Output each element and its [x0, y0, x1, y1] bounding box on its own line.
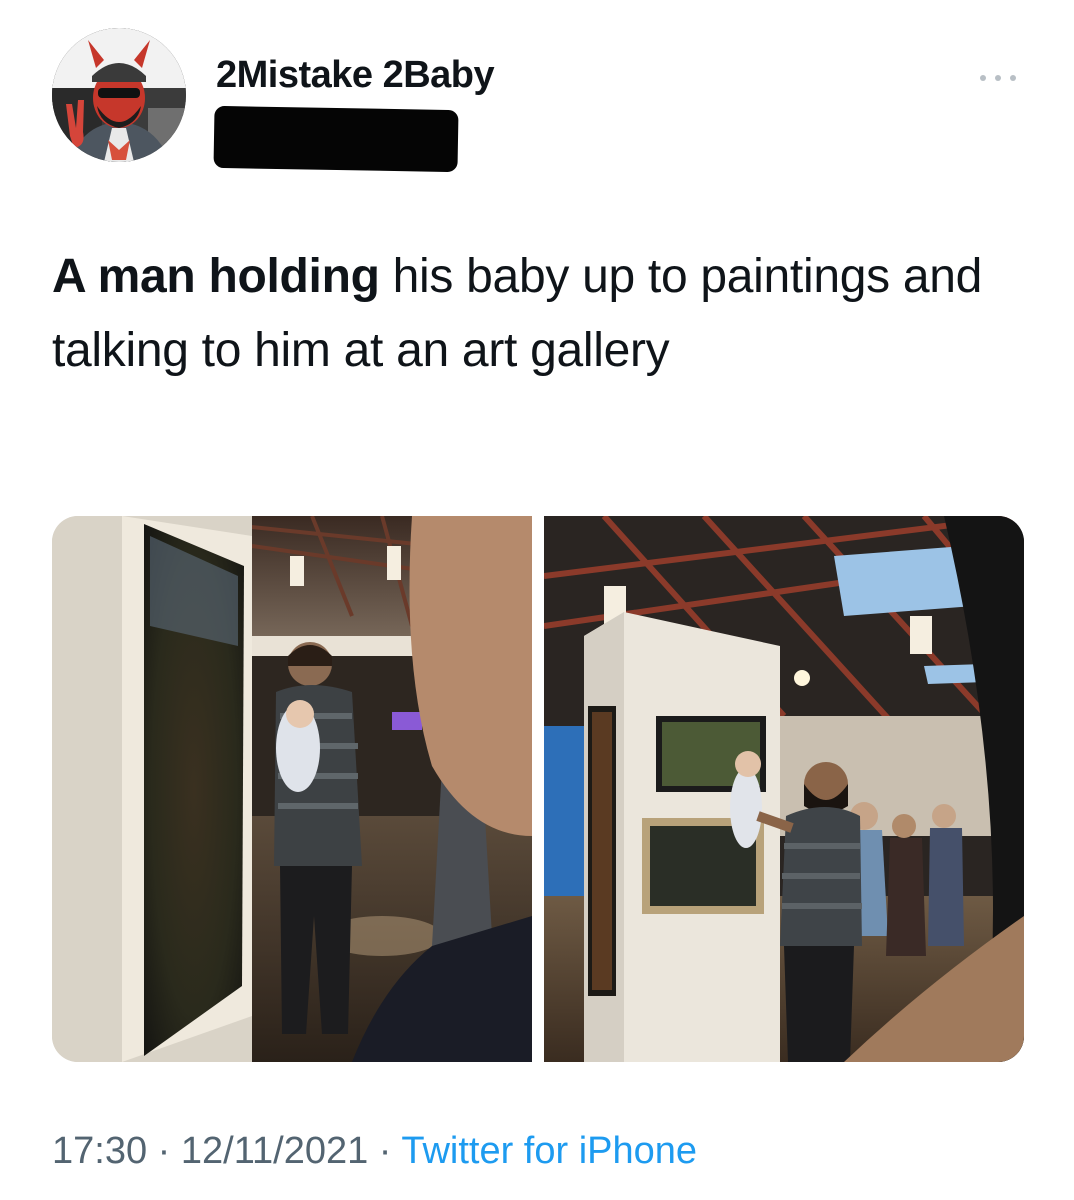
redacted-handle	[213, 105, 459, 173]
gallery-photo-left[interactable]	[52, 516, 532, 1062]
gallery-photo-right[interactable]	[544, 516, 1024, 1062]
author-display-name[interactable]: 2Mistake 2Baby	[216, 54, 495, 97]
meta-separator: ·	[147, 1130, 181, 1172]
tweet-date[interactable]: 12/11/2021	[181, 1130, 368, 1172]
more-dot	[980, 75, 986, 81]
meta-separator: ·	[368, 1130, 402, 1172]
more-dot	[1010, 75, 1016, 81]
tweet-time[interactable]: 17:30	[52, 1130, 147, 1172]
more-dot	[995, 75, 1001, 81]
tweet-text: A man holding his baby up to paintings a…	[52, 240, 1012, 388]
devil-avatar-icon	[52, 28, 186, 162]
avatar[interactable]	[52, 28, 186, 162]
more-options-icon[interactable]	[980, 72, 1016, 84]
media-grid[interactable]	[52, 516, 1024, 1062]
tweet-meta: 17:30 · 12/11/2021 · Twitter for iPhone	[52, 1130, 697, 1173]
tweet-card: 2Mistake 2Baby A man holding his baby up…	[0, 0, 1074, 1200]
tweet-source-link[interactable]: Twitter for iPhone	[401, 1130, 697, 1172]
tweet-text-bold: A man holding	[52, 250, 380, 303]
